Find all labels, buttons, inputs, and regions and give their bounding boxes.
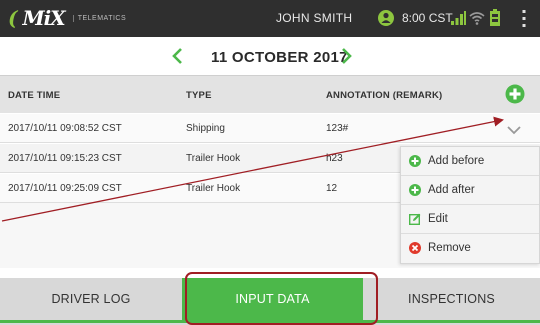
tab-driver-log[interactable]: DRIVER LOG [0, 278, 182, 320]
menu-item-label: Add before [428, 155, 485, 167]
signal-icon [451, 11, 466, 25]
remove-circle-icon [409, 242, 421, 254]
chevron-right-icon[interactable] [336, 45, 356, 67]
menu-item-label: Add after [428, 184, 475, 196]
chevron-down-icon[interactable] [506, 124, 522, 136]
cell-datetime: 2017/10/11 09:15:23 CST [8, 153, 122, 164]
row-context-menu: Add before Add after Edit Remove [400, 146, 540, 264]
menu-item-label: Edit [428, 213, 448, 225]
menu-item-edit[interactable]: Edit [401, 205, 539, 234]
cell-type: Shipping [186, 123, 225, 134]
menu-item-remove[interactable]: Remove [401, 234, 539, 263]
cell-remark: 12 [326, 183, 338, 194]
cell-datetime: 2017/10/11 09:25:09 CST [8, 183, 122, 194]
wifi-icon [469, 12, 485, 25]
menu-item-label: Remove [428, 242, 471, 254]
add-entry-button[interactable] [505, 84, 525, 104]
chevron-left-icon[interactable] [168, 45, 188, 67]
brand-logo: ( MiX TELEMATICS [8, 6, 126, 30]
battery-icon [490, 9, 500, 26]
current-date: 11 OCTOBER 2017 [211, 49, 348, 66]
user-name: JOHN SMITH [276, 11, 353, 25]
top-bar: ( MiX TELEMATICS JOHN SMITH 8:00 CST [0, 0, 540, 37]
date-bar: 11 OCTOBER 2017 [0, 37, 540, 75]
edit-icon [409, 213, 421, 225]
column-header-datetime: DATE TIME [8, 90, 61, 101]
cell-remark: 123# [326, 123, 349, 134]
brand-mark: ( MiX [8, 6, 66, 30]
driver-status-icon[interactable] [377, 9, 395, 27]
column-header-annotation: ANNOTATION (REMARK) [326, 90, 443, 101]
table-row[interactable]: 2017/10/11 09:08:52 CST Shipping 123# [0, 114, 540, 143]
column-header-type: TYPE [186, 90, 212, 101]
table-header: DATE TIME TYPE ANNOTATION (REMARK) [0, 75, 540, 113]
brand-subtitle: TELEMATICS [72, 14, 126, 22]
clock: 8:00 CST [402, 11, 453, 25]
plus-circle-icon [409, 184, 421, 196]
plus-circle-icon [409, 155, 421, 167]
cell-datetime: 2017/10/11 09:08:52 CST [8, 123, 122, 134]
cell-remark: h23 [326, 153, 343, 164]
menu-item-add-after[interactable]: Add after [401, 176, 539, 205]
annotation-highlight-box [185, 272, 378, 325]
cell-type: Trailer Hook [186, 153, 241, 164]
cell-type: Trailer Hook [186, 183, 241, 194]
menu-item-add-before[interactable]: Add before [401, 147, 539, 176]
overflow-menu-icon[interactable] [519, 9, 529, 28]
tab-inspections[interactable]: INSPECTIONS [363, 278, 540, 320]
